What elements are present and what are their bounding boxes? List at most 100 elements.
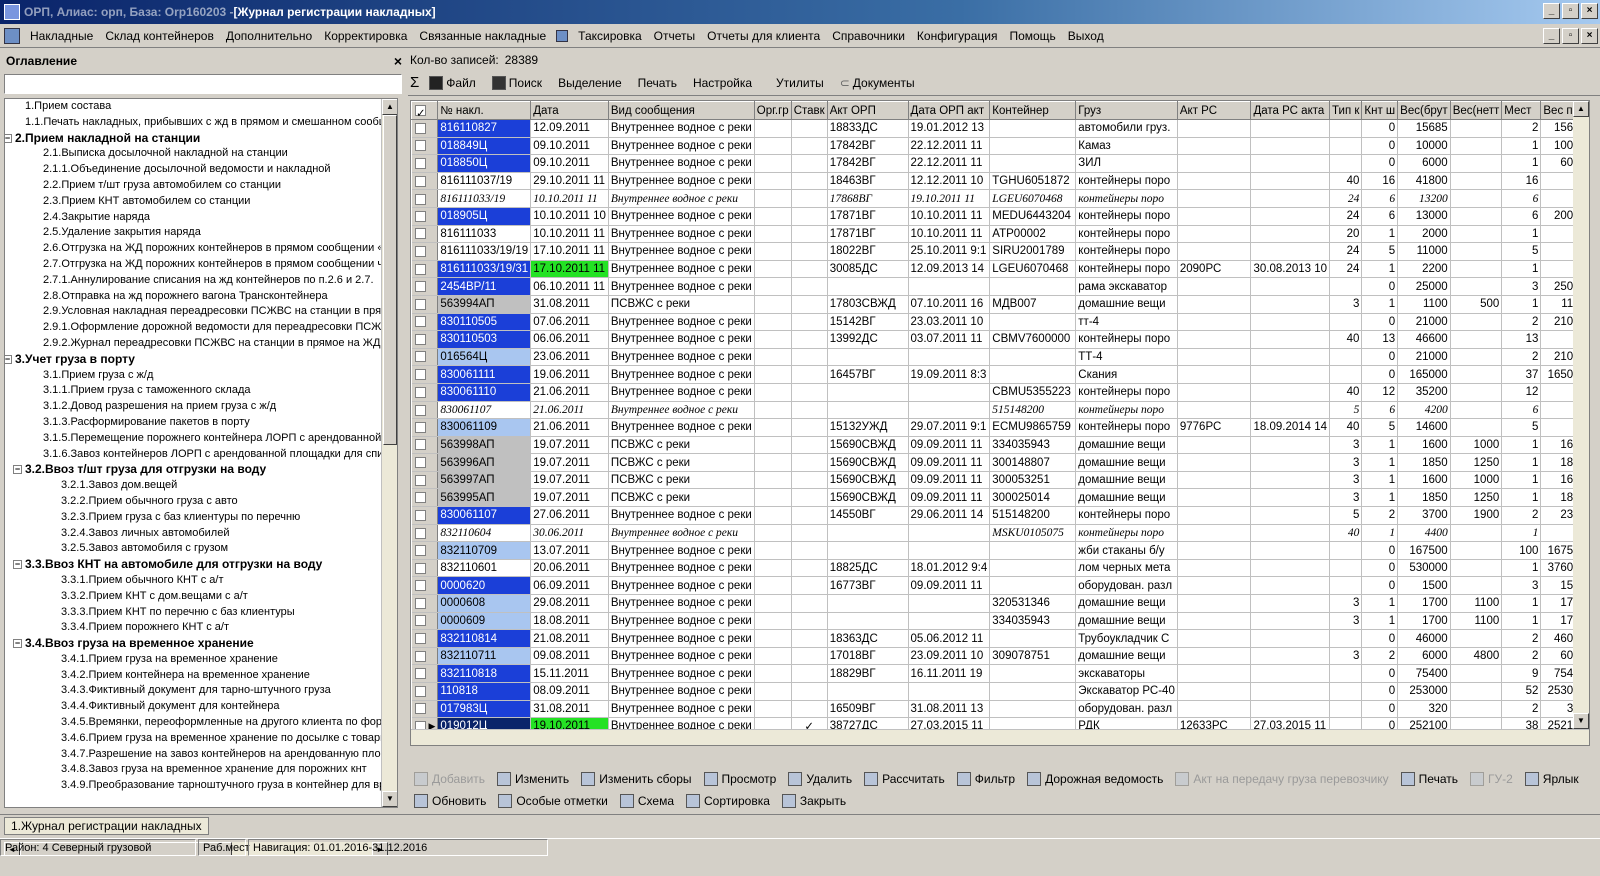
grid-horizontal-scrollbar[interactable] xyxy=(411,729,1589,745)
row-checkbox[interactable] xyxy=(414,457,426,469)
tree-item[interactable]: −2.Прием накладной на станции xyxy=(5,131,397,147)
toolbar-selection[interactable]: Выделение xyxy=(552,76,628,90)
tree-item[interactable]: 2.9.Условная накладная переадресовки ПСЖ… xyxy=(5,304,397,320)
row-selector[interactable] xyxy=(411,541,439,560)
row-selector[interactable] xyxy=(411,594,439,613)
tree-item[interactable]: 2.6.Отгрузка на ЖД порожних контейнеров … xyxy=(5,241,397,257)
mdi-restore-button[interactable]: ▫ xyxy=(1562,28,1579,44)
row-checkbox[interactable] xyxy=(414,122,426,134)
column-header[interactable]: Вес(нетт xyxy=(1449,101,1503,120)
row-checkbox[interactable] xyxy=(414,509,426,521)
row-selector[interactable] xyxy=(411,418,439,437)
tree-item[interactable]: −3.4.Ввоз груза на временное хранение xyxy=(5,636,397,652)
column-header[interactable]: Акт ОРП xyxy=(826,101,909,120)
select-all-header[interactable]: ✓ xyxy=(411,101,439,120)
row-selector[interactable] xyxy=(411,383,439,402)
column-header[interactable]: Дата РС акта xyxy=(1250,101,1331,120)
tree-item[interactable]: 2.2.Прием т/шт груза автомобилем со стан… xyxy=(5,178,397,194)
bottom-button[interactable]: Закрыть xyxy=(778,794,850,808)
row-selector[interactable] xyxy=(411,295,439,314)
grid-scroll-up-icon[interactable]: ▲ xyxy=(1573,101,1589,117)
menu-item[interactable]: Связанные накладные xyxy=(413,29,552,43)
tree-item[interactable]: 3.2.1.Завоз дом.вещей xyxy=(5,478,397,494)
column-header[interactable]: Груз xyxy=(1075,101,1178,120)
row-checkbox[interactable] xyxy=(414,650,426,662)
menu-item[interactable]: Дополнительно xyxy=(220,29,318,43)
row-checkbox[interactable] xyxy=(414,281,426,293)
row-checkbox[interactable] xyxy=(414,439,426,451)
table-row[interactable]: 110818 08.09.2011 Внутреннее водное с реки… xyxy=(411,682,1589,701)
tree-item[interactable]: 2.7.Отгрузка на ЖД порожних контейнеров … xyxy=(5,257,397,273)
row-selector[interactable] xyxy=(411,612,439,631)
tree-item[interactable]: 3.2.4.Завоз личных автомобилей xyxy=(5,526,397,542)
row-selector[interactable] xyxy=(411,647,439,666)
table-row[interactable]: 017983Ц 31.08.2011 Внутреннее водное с рек… xyxy=(411,700,1589,719)
bottom-button[interactable]: Просмотр xyxy=(700,772,781,786)
row-checkbox[interactable] xyxy=(414,316,426,328)
row-checkbox[interactable] xyxy=(414,369,426,381)
tree-item[interactable]: 3.4.1.Прием груза на временное хранение xyxy=(5,652,397,668)
tree-item[interactable]: 3.2.3.Прием груза с баз клиентуры по пер… xyxy=(5,510,397,526)
table-row[interactable]: 563997АП 19.07.2011 ПСВЖС с реки 15690СВЖД 0… xyxy=(411,471,1589,490)
table-row[interactable]: 830110503 06.06.2011 Внутреннее водное с р… xyxy=(411,330,1589,349)
bottom-button[interactable]: Дорожная ведомость xyxy=(1023,772,1167,786)
tree-item[interactable]: 3.1.1.Прием груза с таможенного склада xyxy=(5,383,397,399)
row-checkbox[interactable] xyxy=(414,597,426,609)
minimize-button[interactable]: _ xyxy=(1543,3,1560,19)
table-row[interactable]: 016564Ц 23.06.2011 Внутреннее водное с рек… xyxy=(411,348,1589,367)
table-row[interactable]: 830061111 19.06.2011 Внутреннее водное с р… xyxy=(411,365,1589,384)
bottom-button[interactable]: Особые отметки xyxy=(494,794,612,808)
row-selector[interactable] xyxy=(411,506,439,525)
row-checkbox[interactable] xyxy=(414,685,426,697)
menu-item[interactable]: Отчеты xyxy=(648,29,701,43)
scroll-up-icon[interactable]: ▲ xyxy=(382,99,397,115)
tree-item[interactable]: 3.1.5.Перемещение порожнего контейнера Л… xyxy=(5,431,397,447)
table-row[interactable]: 0000609 18.08.2011 Внутреннее водное с рек… xyxy=(411,612,1589,631)
bottom-button[interactable]: Сортировка xyxy=(682,794,774,808)
row-selector[interactable] xyxy=(411,313,439,332)
table-row[interactable]: 816110827 12.09.2011 Внутреннее водное с р… xyxy=(411,119,1589,138)
menu-item[interactable]: Таксировка xyxy=(572,29,647,43)
row-selector[interactable] xyxy=(411,172,439,191)
column-header[interactable]: Ставк xyxy=(790,101,828,120)
column-header[interactable]: Контейнер xyxy=(989,101,1077,120)
column-header[interactable]: Дата ОРП акт xyxy=(907,101,991,120)
row-checkbox[interactable] xyxy=(414,545,426,557)
row-selector[interactable] xyxy=(411,700,439,719)
column-header[interactable]: Вид сообщения xyxy=(607,101,755,120)
table-row[interactable]: 832110711 09.08.2011 Внутреннее водное с р… xyxy=(411,647,1589,666)
tree-item[interactable]: 3.3.4.Прием порожнего КНТ с а/т xyxy=(5,620,397,636)
row-selector[interactable] xyxy=(411,330,439,349)
table-row[interactable]: 830110505 07.06.2011 Внутреннее водное с р… xyxy=(411,313,1589,332)
row-selector[interactable] xyxy=(411,137,439,156)
row-checkbox[interactable] xyxy=(414,492,426,504)
row-selector[interactable] xyxy=(411,453,439,472)
menu-item[interactable]: Справочники xyxy=(826,29,911,43)
row-selector[interactable] xyxy=(411,189,439,208)
bottom-button[interactable]: Рассчитать xyxy=(860,772,949,786)
row-checkbox[interactable] xyxy=(414,333,426,345)
row-checkbox[interactable] xyxy=(414,421,426,433)
toolbar-documents[interactable]: ⊂ Документы xyxy=(834,76,921,90)
tree-scroll-thumb[interactable] xyxy=(383,115,397,445)
tree-item[interactable]: 3.3.1.Прием обычного КНТ с а/т xyxy=(5,573,397,589)
bottom-button[interactable]: Схема xyxy=(616,794,678,808)
table-row[interactable]: 816111033/19 10.10.2011 11 Внутреннее водн… xyxy=(411,189,1589,208)
expand-icon[interactable]: − xyxy=(5,354,12,364)
table-row[interactable]: 830061107 27.06.2011 Внутреннее водное с р… xyxy=(411,506,1589,525)
row-checkbox[interactable] xyxy=(414,632,426,644)
tree-item[interactable]: 2.9.1.Оформление дорожной ведомости для … xyxy=(5,320,397,336)
tree-item[interactable]: 2.8.Отправка на жд порожнего вагона Тран… xyxy=(5,289,397,305)
row-selector[interactable] xyxy=(411,401,439,420)
column-header[interactable]: Дата xyxy=(530,101,609,120)
tab-invoice-journal[interactable]: 1.Журнал регистрации накладных xyxy=(4,817,209,835)
table-row[interactable]: 832110814 21.08.2011 Внутреннее водное с р… xyxy=(411,629,1589,648)
tree-item[interactable]: 3.3.2.Прием КНТ с дом.вещами с а/т xyxy=(5,589,397,605)
bottom-button[interactable]: Добавить xyxy=(410,772,489,786)
bottom-button[interactable]: Ярлык xyxy=(1521,772,1583,786)
tree-item[interactable]: 3.4.7.Разрешение на завоз контейнеров на… xyxy=(5,747,397,763)
row-checkbox[interactable] xyxy=(414,175,426,187)
contents-search-input[interactable] xyxy=(4,74,402,94)
toolbar-settings[interactable]: Настройка xyxy=(687,76,758,90)
tree-item[interactable]: 2.4.Закрытие наряда xyxy=(5,210,397,226)
